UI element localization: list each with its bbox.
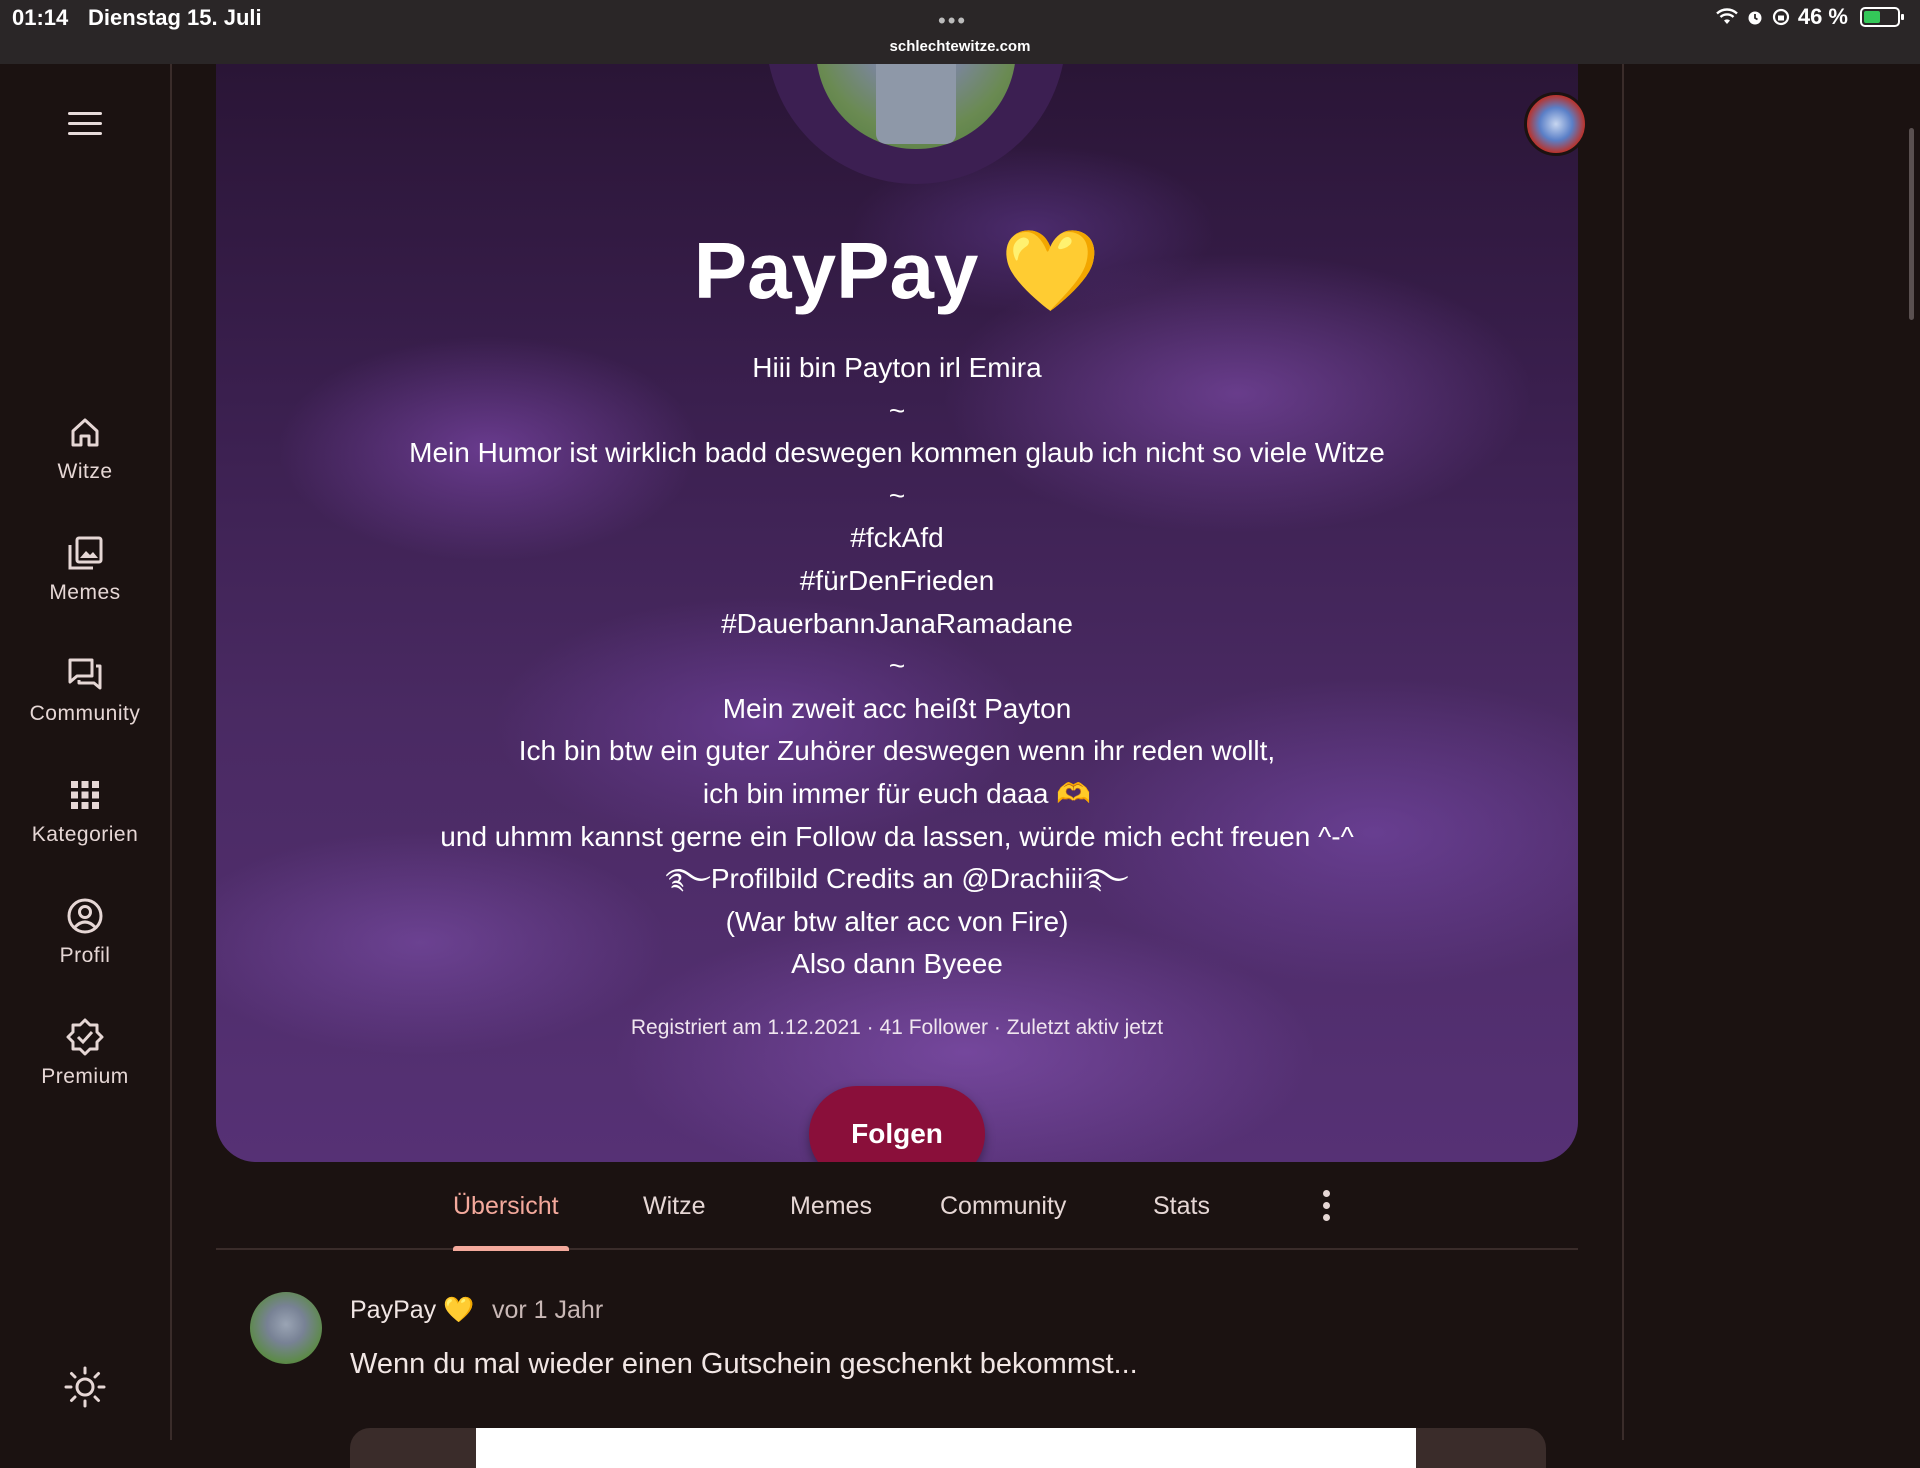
profile-bio: Hiii bin Payton irl Emira ~ Mein Humor i… <box>216 347 1578 986</box>
tab-stats[interactable]: Stats <box>1153 1192 1210 1221</box>
page-scrollbar[interactable] <box>1909 128 1914 320</box>
profile-tabs: Übersicht Witze Memes Community Stats <box>216 1170 1578 1251</box>
alarm-icon <box>1748 11 1762 25</box>
rotation-lock-icon <box>1772 8 1789 26</box>
sidebar-item-premium[interactable]: Premium <box>0 1017 170 1089</box>
sidebar-item-label: Community <box>29 702 141 725</box>
sidebar-item-label: Witze <box>57 460 113 483</box>
post-author[interactable]: PayPay 💛 <box>350 1296 474 1325</box>
battery-icon <box>1860 7 1904 27</box>
forum-icon <box>68 658 102 690</box>
bio-line: ࿐Profilbild Credits an @Drachiii࿐ <box>665 863 1129 895</box>
bio-line: Mein zweit acc heißt Payton <box>722 692 1072 724</box>
battery-percent: 46 % <box>1797 4 1848 29</box>
post-timestamp: vor 1 Jahr <box>492 1296 604 1324</box>
bio-line: ~ <box>888 479 906 511</box>
profile-meta: Registriert am 1.12.2021 · 41 Follower ·… <box>630 1016 1164 1039</box>
profile-header: PayPay 💛 Hiii bin Payton irl Emira ~ Mei… <box>216 64 1578 1162</box>
more-options-icon[interactable] <box>1322 1190 1332 1224</box>
active-tab-indicator <box>453 1246 569 1251</box>
browser-more-icon[interactable]: ••• <box>938 8 967 34</box>
sidebar-item-label: Profil <box>59 944 111 967</box>
bio-line: #fckAfd <box>850 522 944 554</box>
address-bar[interactable]: schlechtewitze.com <box>0 38 1920 55</box>
theme-toggle-sun-icon[interactable] <box>62 1364 108 1410</box>
bio-line: ich bin immer für euch daaa 🫶 <box>702 777 1092 809</box>
images-icon <box>68 536 103 570</box>
bio-line: Mein Humor ist wirklich badd deswegen ko… <box>409 437 1385 469</box>
profile-avatar <box>766 64 1066 184</box>
follow-button[interactable]: Folgen <box>809 1086 985 1162</box>
grid-icon <box>71 781 99 809</box>
sidebar-item-profil[interactable]: Profil <box>0 896 170 968</box>
verified-badge-icon <box>66 1018 104 1056</box>
post-image[interactable] <box>350 1428 1546 1468</box>
status-indicators: 46 % <box>1716 4 1904 30</box>
sidebar-item-witze[interactable]: Witze <box>0 412 170 484</box>
tab-uebersicht[interactable]: Übersicht <box>453 1192 559 1221</box>
sidebar-item-kategorien[interactable]: Kategorien <box>0 775 170 847</box>
hamburger-menu-icon[interactable] <box>68 112 102 138</box>
bio-line: ~ <box>888 650 906 682</box>
bio-line: (War btw alter acc von Fire) <box>725 905 1069 937</box>
status-bar: 01:14 Dienstag 15. Juli ••• schlechtewit… <box>0 0 1920 64</box>
bio-line: Also dann Byeee <box>791 948 1003 980</box>
content-divider <box>1622 64 1624 1440</box>
sidebar-item-label: Kategorien <box>31 823 139 846</box>
bio-line: Hiii bin Payton irl Emira <box>752 352 1042 383</box>
post-text: Wenn du mal wieder einen Gutschein gesch… <box>350 1348 1138 1380</box>
tab-community[interactable]: Community <box>940 1192 1066 1221</box>
bio-line: Ich bin btw ein guter Zuhörer deswegen w… <box>518 735 1276 767</box>
user-avatar[interactable] <box>1524 92 1588 156</box>
bio-line: #fürDenFrieden <box>799 564 995 596</box>
sidebar-item-label: Premium <box>41 1065 129 1088</box>
sidebar-item-memes[interactable]: Memes <box>0 533 170 605</box>
sidebar: Witze Memes Community Kategorien Profil … <box>0 64 172 1440</box>
tab-memes[interactable]: Memes <box>790 1192 872 1221</box>
sidebar-item-label: Memes <box>49 581 121 604</box>
status-date: Dienstag 15. Juli <box>88 5 262 30</box>
home-icon <box>71 418 99 447</box>
bio-line: ~ <box>888 394 906 426</box>
bio-line: #DauerbannJanaRamadane <box>721 607 1073 639</box>
sidebar-item-community[interactable]: Community <box>0 654 170 726</box>
profile-name: PayPay 💛 <box>693 226 1101 315</box>
wifi-icon <box>1716 8 1738 24</box>
bio-line: und uhmm kannst gerne ein Follow da lass… <box>440 820 1354 852</box>
tab-witze[interactable]: Witze <box>643 1192 706 1221</box>
account-icon <box>67 898 103 934</box>
post-author-avatar[interactable] <box>250 1292 322 1364</box>
status-time: 01:14 <box>12 5 69 30</box>
